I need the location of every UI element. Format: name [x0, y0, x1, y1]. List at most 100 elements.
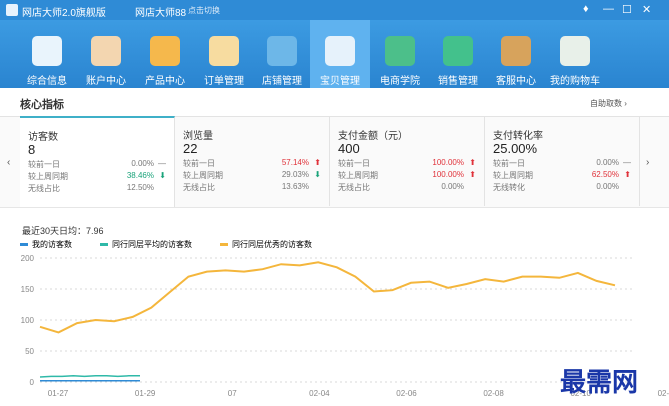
- metric-row: 较上周同期 62.50% ⬆: [493, 170, 633, 180]
- trend-down-icon: ⬇: [314, 170, 321, 179]
- graduate-icon: [385, 36, 415, 66]
- nav-item-items[interactable]: 宝贝管理: [310, 20, 370, 88]
- row-value: 0.00%: [131, 159, 154, 168]
- nav-item-sales[interactable]: 销售管理: [428, 20, 488, 88]
- skin-icon[interactable]: ♦: [583, 3, 589, 15]
- grid-icon: [150, 36, 180, 66]
- bag-icon: [443, 36, 473, 66]
- row-label: 无线占比: [338, 183, 370, 192]
- row-label: 较上周同期: [338, 171, 378, 180]
- trend-up-icon: ⬆: [314, 158, 321, 167]
- metric-title: 支付转化率: [493, 131, 543, 142]
- x-tick-label: 02-06: [396, 389, 417, 398]
- metric-title: 浏览量: [183, 131, 213, 142]
- y-tick-label: 150: [21, 285, 35, 294]
- x-tick-label: 02-04: [309, 389, 330, 398]
- nav-item-service[interactable]: 客服中心: [486, 20, 546, 88]
- y-tick-label: 100: [21, 316, 35, 325]
- nav-label: 我的购物车: [550, 76, 600, 87]
- self-service-data-link[interactable]: 自助取数 ›: [590, 98, 627, 109]
- trend-flat-icon: —: [158, 159, 166, 168]
- metric-row: 较前一日 0.00% —: [493, 158, 633, 168]
- metric-title: 支付金额（元）: [338, 131, 408, 142]
- x-tick-label: 07: [228, 389, 237, 398]
- nav-label: 订单管理: [204, 76, 244, 87]
- nav-label: 宝贝管理: [320, 76, 360, 87]
- metric-card-visitors[interactable]: 访客数 8 较前一日 0.00% — 较上周同期 38.46% ⬇ 无线占比 12.50%: [20, 116, 175, 207]
- x-tick-label: 01-27: [48, 389, 69, 398]
- metric-card-pageviews[interactable]: 浏览量 22 较前一日 57.14% ⬆ 较上周同期 29.03% ⬇ 无线占比 13.6…: [175, 117, 330, 206]
- trend-down-icon: ⬇: [159, 171, 166, 180]
- nav-label: 店铺管理: [262, 76, 302, 87]
- nav-item-products[interactable]: 产品中心: [135, 20, 195, 88]
- next-arrow-icon[interactable]: ›: [646, 157, 649, 168]
- trend-up-icon: ⬆: [469, 170, 476, 179]
- series-line-2: [39, 375, 140, 378]
- title-bar: 网店大师2.0旗舰版 网店大师88 点击切换 ♦ — ☐ ✕: [0, 0, 669, 20]
- metric-card-payment-amount[interactable]: 支付金额（元） 400 较前一日 100.00% ⬆ 较上周同期 100.00% ⬆ 无…: [330, 117, 485, 206]
- book-icon: [501, 36, 531, 66]
- metric-card-conversion-rate[interactable]: 支付转化率 25.00% 较前一日 0.00% — 较上周同期 62.50% ⬆ 无线转…: [485, 117, 640, 206]
- row-label: 较前一日: [28, 160, 60, 169]
- main-toolbar: 综合信息 账户中心 产品中心 订单管理 店铺管理 宝贝管理 电商学院 销售管理 …: [0, 20, 669, 88]
- y-tick-label: 50: [25, 347, 34, 356]
- minimize-icon[interactable]: —: [603, 3, 614, 15]
- metric-row: 较前一日 57.14% ⬆: [183, 158, 323, 168]
- nav-label: 电商学院: [380, 76, 420, 87]
- nav-label: 客服中心: [496, 76, 536, 87]
- metric-value: 8: [28, 142, 36, 157]
- metric-row: 无线占比 13.63%: [183, 182, 323, 192]
- nav-item-academy[interactable]: 电商学院: [370, 20, 430, 88]
- row-label: 无线占比: [28, 184, 60, 193]
- nav-item-account[interactable]: 账户中心: [76, 20, 136, 88]
- nav-label: 销售管理: [438, 76, 478, 87]
- metric-row: 较上周同期 29.03% ⬇: [183, 170, 323, 180]
- row-label: 较前一日: [493, 159, 525, 168]
- close-icon[interactable]: ✕: [642, 3, 651, 16]
- daily-average-text: 最近30天日均：7.96: [22, 226, 104, 236]
- trend-flat-icon: —: [623, 158, 631, 167]
- watermark-text: 最需网: [560, 368, 639, 398]
- row-label: 较前一日: [338, 159, 370, 168]
- metric-row: 较上周同期 38.46% ⬇: [28, 171, 168, 181]
- row-value: 100.00%: [432, 158, 464, 167]
- nav-label: 综合信息: [27, 76, 67, 87]
- metric-value: 22: [183, 141, 198, 156]
- metric-value: 400: [338, 141, 360, 156]
- monitor-icon: [32, 36, 62, 66]
- panel-header: 核心指标 自助取数 ›: [0, 88, 669, 117]
- metric-row: 较前一日 0.00% —: [28, 159, 168, 169]
- app-title: 网店大师2.0旗舰版: [22, 8, 106, 19]
- metric-row: 无线转化 0.00%: [493, 182, 633, 192]
- metric-row: 无线占比 12.50%: [28, 183, 168, 193]
- prev-arrow-icon[interactable]: ‹: [7, 157, 10, 168]
- panel-title: 核心指标: [20, 99, 64, 111]
- metric-value: 25.00%: [493, 141, 538, 156]
- wrench-icon: [325, 36, 355, 66]
- switch-shop-link[interactable]: 点击切换: [188, 5, 220, 16]
- metric-row: 较上周同期 100.00% ⬆: [338, 170, 478, 180]
- nav-item-overview[interactable]: 综合信息: [17, 20, 77, 88]
- row-value: 0.00%: [596, 158, 619, 167]
- row-value: 13.63%: [281, 182, 309, 191]
- y-tick-label: 200: [21, 254, 35, 263]
- row-label: 无线占比: [183, 183, 215, 192]
- nav-item-orders[interactable]: 订单管理: [194, 20, 254, 88]
- maximize-icon[interactable]: ☐: [622, 3, 632, 16]
- row-label: 较上周同期: [493, 171, 533, 180]
- row-value: 29.03%: [281, 170, 309, 179]
- row-value: 57.14%: [281, 158, 309, 167]
- nav-item-shop[interactable]: 店铺管理: [252, 20, 312, 88]
- nav-label: 账户中心: [86, 76, 126, 87]
- row-value: 0.00%: [596, 182, 619, 191]
- nav-item-cart[interactable]: 我的购物车: [545, 20, 605, 88]
- cart-icon: [560, 36, 590, 66]
- row-label: 较前一日: [183, 159, 215, 168]
- trend-up-icon: ⬆: [469, 158, 476, 167]
- shop-name: 网店大师88: [135, 8, 187, 19]
- row-label: 无线转化: [493, 183, 525, 192]
- x-tick-label: 02-08: [483, 389, 504, 398]
- row-label: 较上周同期: [183, 171, 223, 180]
- metrics-strip: ‹ › 访客数 8 较前一日 0.00% — 较上周同期 38.46% ⬇ 无线占比 12…: [0, 116, 669, 208]
- series-line-3: [39, 261, 616, 334]
